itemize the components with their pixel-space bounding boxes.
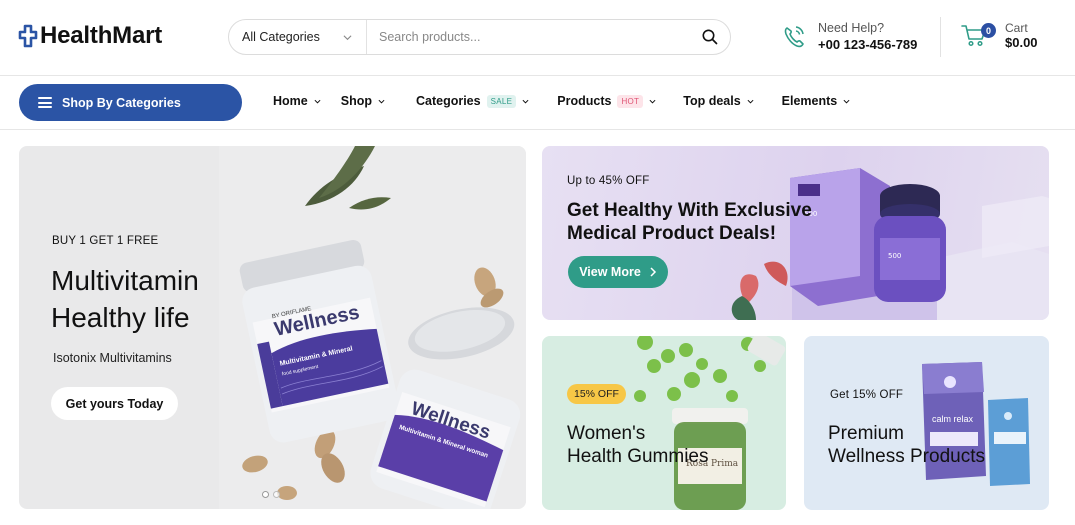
help-label: Need Help? xyxy=(818,21,885,35)
nav-item-home[interactable]: Home xyxy=(273,94,321,108)
chevron-down-icon xyxy=(843,99,850,104)
hot-badge: HOT xyxy=(617,94,644,108)
nav-item-label: Products xyxy=(557,94,612,108)
svg-text:500: 500 xyxy=(888,252,901,260)
chevron-down-icon xyxy=(649,99,656,104)
wellness-eyebrow: Get 15% OFF xyxy=(830,389,904,401)
promo-top-title-line2: Medical Product Deals! xyxy=(567,223,777,244)
hero-subtitle: Isotonix Multivitamins xyxy=(53,351,172,365)
chevron-down-icon xyxy=(343,34,352,40)
sale-badge: SALE xyxy=(486,94,517,108)
view-more-label: View More xyxy=(579,265,641,279)
nav-item-label: Categories xyxy=(415,94,481,108)
cart-label: Cart xyxy=(1005,21,1028,35)
cart-amount: $0.00 xyxy=(1005,35,1038,50)
nav-item-label: Elements xyxy=(781,94,838,108)
phone-icon xyxy=(784,26,804,48)
cart-count-badge: 0 xyxy=(981,23,996,38)
cart-button[interactable]: 0 Cart $0.00 xyxy=(961,21,1038,51)
promo-banner-wellness[interactable]: calm relax Get 15% OFF Premium Wellness … xyxy=(804,336,1049,510)
search-input[interactable] xyxy=(367,20,690,54)
help-phone: +00 123-456-789 xyxy=(818,37,918,52)
gummies-title-line2: Health Gummies xyxy=(567,446,709,467)
nav-item-elements[interactable]: Elements xyxy=(782,94,851,108)
logo-text: HealthMart xyxy=(40,22,163,49)
hero-title: Multivitamin Healthy life xyxy=(51,262,251,336)
site-header: HealthMart All Categories Need Help? +00… xyxy=(0,0,1075,76)
carousel-dots xyxy=(262,491,280,498)
wellness-title: Premium Wellness Products xyxy=(828,422,1008,468)
logo[interactable]: HealthMart xyxy=(18,22,162,50)
nav-menu: Home Shop Categories SALE Products HOT T… xyxy=(273,94,850,108)
hero-eyebrow: BUY 1 GET 1 FREE xyxy=(52,235,159,247)
get-yours-today-button[interactable]: Get yours Today xyxy=(51,387,178,420)
main-nav: Shop By Categories Home Shop Categories … xyxy=(0,76,1075,130)
chevron-down-icon xyxy=(522,99,529,104)
hero-title-line2: Healthy life xyxy=(51,302,190,333)
nav-item-label: Top deals xyxy=(683,94,741,108)
nav-item-top-deals[interactable]: Top deals xyxy=(683,94,754,108)
gummies-title-line1: Women's xyxy=(567,423,646,444)
hero-banner[interactable]: Wellness BY ORIFLAME Multivitamin & Mine… xyxy=(19,146,526,509)
category-select[interactable]: All Categories xyxy=(229,20,367,54)
nav-item-products[interactable]: Products HOT xyxy=(557,94,656,108)
gummies-discount-badge: 15% OFF xyxy=(567,384,626,404)
medical-cross-icon xyxy=(18,24,38,48)
chevron-down-icon xyxy=(314,99,321,104)
wellness-title-line2: Wellness Products xyxy=(828,446,985,467)
category-select-value: All Categories xyxy=(242,30,320,44)
shop-by-categories-button[interactable]: Shop By Categories xyxy=(19,84,242,121)
promo-top-title: Get Healthy With Exclusive Medical Produ… xyxy=(567,199,827,245)
shop-by-categories-label: Shop By Categories xyxy=(62,95,181,110)
hero-title-line1: Multivitamin xyxy=(51,265,199,296)
carousel-dot[interactable] xyxy=(273,491,280,498)
chevron-down-icon xyxy=(378,99,385,104)
nav-item-categories[interactable]: Categories SALE xyxy=(416,94,529,108)
header-divider xyxy=(940,17,941,57)
gummies-title: Women's Health Gummies xyxy=(567,422,747,468)
promo-top-title-line1: Get Healthy With Exclusive xyxy=(567,200,812,221)
nav-item-label: Shop xyxy=(340,94,372,108)
search-bar: All Categories xyxy=(228,19,731,55)
wellness-title-line1: Premium xyxy=(828,423,905,444)
promo-banner-medical-deals[interactable]: 500 500 Up to 45% OFF Get Healthy With E… xyxy=(542,146,1049,320)
nav-item-shop[interactable]: Shop xyxy=(341,94,385,108)
promo-top-eyebrow: Up to 45% OFF xyxy=(567,175,650,187)
search-button[interactable] xyxy=(690,20,730,54)
menu-icon xyxy=(38,97,52,108)
chevron-down-icon xyxy=(747,99,754,104)
carousel-dot[interactable] xyxy=(262,491,269,498)
promo-banner-gummies[interactable]: Rosa Prima 15% OFF Women's Health Gummie… xyxy=(542,336,786,510)
nav-item-label: Home xyxy=(273,94,308,108)
chevron-right-icon xyxy=(650,267,656,277)
view-more-button[interactable]: View More xyxy=(568,256,668,288)
help-contact[interactable]: Need Help? +00 123-456-789 xyxy=(782,20,917,54)
search-icon xyxy=(702,29,718,45)
